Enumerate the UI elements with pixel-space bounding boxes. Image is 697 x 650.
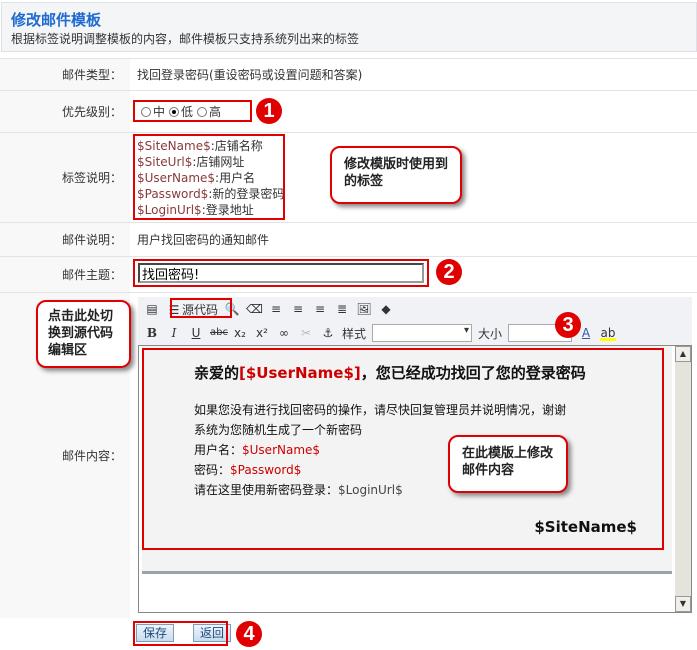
label: 邮件主题： <box>0 257 130 292</box>
highlight-color-icon[interactable]: ab <box>600 325 617 341</box>
unlink-icon[interactable]: ✂ <box>298 325 314 341</box>
mail-type-value: 找回登录密码(重设密码或设置问题和答案) <box>137 68 363 82</box>
style-select[interactable] <box>372 324 473 342</box>
anchor-icon[interactable]: ⚓ <box>320 325 336 341</box>
marker-3: 3 <box>555 312 581 338</box>
bold-icon[interactable]: B <box>144 325 160 341</box>
page-header: 修改邮件模板 根据标签说明调整模板的内容，邮件模板只支持系统列出来的标签 <box>1 2 697 52</box>
callout-tags: 修改模版时使用到的标签 <box>330 146 462 204</box>
justify-icon[interactable]: ≣ <box>334 301 350 317</box>
italic-icon[interactable]: I <box>166 325 182 341</box>
align-center-icon[interactable]: ≡ <box>290 301 306 317</box>
highlight-box <box>142 348 664 550</box>
label: 邮件说明： <box>0 223 130 256</box>
highlight-box <box>133 100 252 122</box>
callout-content: 在此模版上修改邮件内容 <box>448 435 568 493</box>
callout-source: 点击此处切换到源代码编辑区 <box>36 300 131 368</box>
highlight-box <box>133 621 228 646</box>
highlight-box <box>170 298 232 318</box>
scroll-down-icon[interactable]: ▼ <box>675 596 691 612</box>
label: 邮件类型： <box>0 59 130 90</box>
align-left-icon[interactable]: ≡ <box>268 301 284 317</box>
eraser-icon[interactable]: ⌫ <box>246 301 263 317</box>
flash-icon[interactable]: ◆ <box>378 301 394 317</box>
preview-icon[interactable]: ▤ <box>144 301 160 317</box>
editor-toolbar-2: B I U abc x₂ x² ∞ ✂ ⚓ 样式 大小 A ab <box>138 321 692 345</box>
size-label: 大小 <box>478 326 503 341</box>
page-title: 修改邮件模板 <box>11 11 102 29</box>
row-priority: 优先级别： 中 低 高 <box>0 90 697 132</box>
row-mail-type: 邮件类型： 找回登录密码(重设密码或设置问题和答案) <box>0 58 697 90</box>
superscript-icon[interactable]: x² <box>254 325 270 341</box>
image-icon[interactable]: 🖼 <box>356 301 372 317</box>
align-right-icon[interactable]: ≡ <box>312 301 328 317</box>
mail-desc-value: 用户找回密码的通知邮件 <box>137 233 270 247</box>
strike-icon[interactable]: abc <box>210 325 228 341</box>
marker-1: 1 <box>256 98 282 124</box>
underline-icon[interactable]: U <box>188 325 204 341</box>
marker-2: 2 <box>436 259 462 285</box>
scroll-up-icon[interactable]: ▲ <box>675 346 691 362</box>
scrollbar[interactable]: ▲ ▼ <box>675 346 691 612</box>
highlight-box <box>133 134 285 220</box>
label: 标签说明： <box>0 133 130 222</box>
row-mail-desc: 邮件说明： 用户找回密码的通知邮件 <box>0 222 697 256</box>
subscript-icon[interactable]: x₂ <box>232 325 248 341</box>
link-icon[interactable]: ∞ <box>276 325 292 341</box>
label: 优先级别： <box>0 91 130 132</box>
page-subtitle: 根据标签说明调整模板的内容，邮件模板只支持系统列出来的标签 <box>11 32 360 46</box>
highlight-box <box>133 259 429 287</box>
marker-4: 4 <box>236 621 262 647</box>
style-label: 样式 <box>342 326 367 341</box>
